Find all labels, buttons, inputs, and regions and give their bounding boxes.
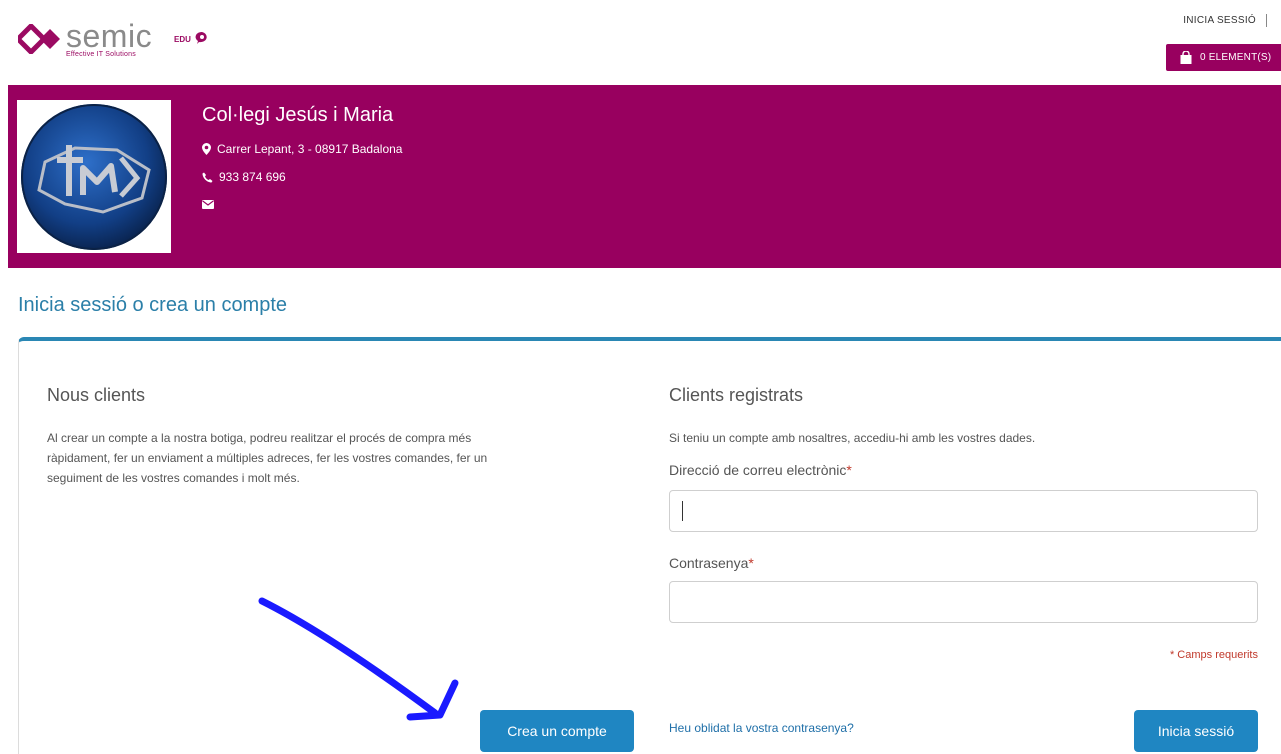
school-address: Carrer Lepant, 3 - 08917 Badalona xyxy=(217,142,403,156)
school-address-line: Carrer Lepant, 3 - 08917 Badalona xyxy=(202,142,402,156)
password-label-text: Contrasenya xyxy=(669,555,749,571)
password-field[interactable] xyxy=(669,581,1258,623)
required-fields-note: * Camps requerits xyxy=(1169,649,1258,661)
new-customers-title: Nous clients xyxy=(47,385,146,405)
login-panel xyxy=(18,337,1281,754)
new-customers-description: Al crear un compte a la nostra botiga, p… xyxy=(47,428,607,488)
logo-wordmark: semic xyxy=(66,18,153,54)
password-required-marker: * xyxy=(748,555,754,571)
email-input[interactable] xyxy=(670,491,1257,531)
logo-edu: EDU xyxy=(174,35,191,44)
school-phone: 933 874 696 xyxy=(219,170,286,184)
edu-bubble-icon xyxy=(195,31,207,44)
logo-tagline: Effective IT Solutions xyxy=(66,51,136,58)
create-account-button[interactable]: Crea un compte xyxy=(480,710,634,752)
cart-label: 0 ELEMENT(S) xyxy=(1200,52,1272,63)
school-logo xyxy=(17,100,171,253)
forgot-password-link[interactable]: Heu oblidat la vostra contrasenya? xyxy=(669,721,854,735)
school-banner: Col·legi Jesús i Maria Carrer Lepant, 3 … xyxy=(8,85,1281,268)
registered-customers-description: Si teniu un compte amb nosaltres, accedi… xyxy=(669,431,1036,445)
email-required-marker: * xyxy=(846,462,852,478)
school-crest-icon xyxy=(21,104,167,250)
email-label: Direcció de correu electrònic* xyxy=(669,462,852,478)
annotation-arrow-icon xyxy=(258,597,459,721)
school-name: Col·legi Jesús i Maria xyxy=(202,104,394,126)
new-customers-line-3: seguiment de les vostres comandes i molt… xyxy=(47,471,300,485)
password-label: Contrasenya* xyxy=(669,555,754,571)
map-marker-icon xyxy=(202,143,211,155)
password-input[interactable] xyxy=(670,582,1257,622)
new-customers-line-2: ràpidament, fer un enviament a múltiples… xyxy=(47,451,488,465)
semic-diamond-icon xyxy=(18,24,60,54)
phone-icon xyxy=(202,172,213,182)
cart-button[interactable]: 0 ELEMENT(S) xyxy=(1166,44,1281,71)
school-email-line[interactable] xyxy=(202,200,214,209)
school-phone-line: 933 874 696 xyxy=(202,170,286,184)
new-customers-line-1: Al crear un compte a la nostra botiga, p… xyxy=(47,431,472,445)
semic-logo[interactable]: semic Effective IT Solutions EDU xyxy=(18,18,218,60)
header-login-link[interactable]: INICIA SESSIÓ xyxy=(1183,14,1267,27)
shopping-bag-icon xyxy=(1180,51,1192,64)
envelope-icon[interactable] xyxy=(202,200,214,209)
login-button[interactable]: Inicia sessió xyxy=(1134,710,1258,752)
email-label-text: Direcció de correu electrònic xyxy=(669,462,847,478)
email-field[interactable] xyxy=(669,490,1258,532)
registered-customers-title: Clients registrats xyxy=(669,385,804,405)
page-title: Inicia sessió o crea un compte xyxy=(18,294,288,316)
